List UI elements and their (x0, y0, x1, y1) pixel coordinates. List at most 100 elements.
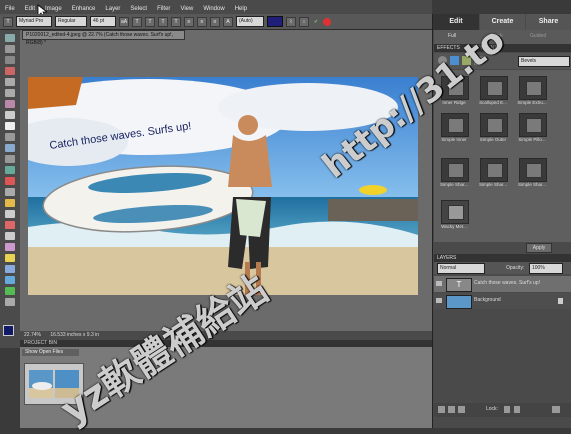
menu-file[interactable]: File (0, 6, 20, 12)
effect-label: Simple Outer (479, 137, 507, 142)
shape-tool-icon[interactable] (5, 265, 15, 273)
eye-icon[interactable] (436, 281, 442, 286)
menu-help[interactable]: Help (230, 6, 252, 12)
text-tool-icon[interactable]: T (3, 16, 13, 27)
lasso-tool-icon[interactable] (5, 89, 15, 97)
font-style-select[interactable]: Regular (55, 16, 87, 27)
move-tool-icon[interactable] (5, 34, 15, 42)
effect-thumbnail[interactable] (441, 113, 469, 137)
layer-row-background[interactable]: Background (434, 293, 571, 309)
eye-icon[interactable] (436, 298, 442, 303)
text-color-swatch[interactable] (267, 16, 283, 27)
effect-thumbnail[interactable] (441, 158, 469, 182)
effect-thumbnail[interactable] (441, 76, 469, 100)
straighten-tool-icon[interactable] (5, 155, 15, 163)
underline-icon[interactable]: T (158, 16, 168, 27)
layer-styles-icon[interactable] (450, 56, 459, 65)
hand-tool-icon[interactable] (5, 56, 15, 64)
effect-thumbnail[interactable] (480, 113, 508, 137)
menu-view[interactable]: View (175, 6, 198, 12)
adjustment-layer-icon[interactable] (448, 406, 455, 413)
align-left-icon[interactable]: ≡ (184, 16, 194, 27)
smart-brush-tool-icon[interactable] (5, 232, 15, 240)
warp-text-icon[interactable]: ⌇ (286, 16, 296, 27)
text-layer-thumbnail: T (446, 278, 472, 292)
delete-layer-icon[interactable] (458, 406, 465, 413)
font-size-select[interactable]: 46 pt (90, 16, 116, 27)
layer-row-text[interactable]: T Catch those waves. Surf's up! (434, 276, 571, 292)
menu-layer[interactable]: Layer (100, 6, 125, 12)
menu-select[interactable]: Select (125, 6, 152, 12)
menu-filter[interactable]: Filter (152, 6, 175, 12)
italic-icon[interactable]: T (145, 16, 155, 27)
type-tool-icon[interactable] (5, 122, 15, 130)
effect-thumbnail[interactable] (519, 76, 547, 100)
cookie-cutter-tool-icon[interactable] (5, 144, 15, 152)
clone-stamp-tool-icon[interactable] (5, 188, 15, 196)
zoom-tool-icon[interactable] (5, 45, 15, 53)
paint-bucket-tool-icon[interactable] (5, 243, 15, 251)
eraser-tool-icon[interactable] (5, 210, 15, 218)
new-layer-icon[interactable] (438, 406, 445, 413)
effect-thumbnail[interactable] (441, 200, 469, 224)
panel-menu-icon[interactable] (552, 406, 560, 413)
gradient-tool-icon[interactable] (5, 254, 15, 262)
effect-thumbnail[interactable] (480, 76, 508, 100)
effect-label: Simple Extru... (517, 100, 547, 105)
project-bin-thumbnail[interactable] (24, 363, 84, 405)
effect-thumbnail[interactable] (480, 158, 508, 182)
effects-category-select[interactable]: Bevels (518, 56, 570, 67)
zoom-value[interactable]: 22.74% (24, 332, 41, 338)
healing-brush-tool-icon[interactable] (5, 177, 15, 185)
effect-thumbnail[interactable] (519, 113, 547, 137)
project-bin-title: PROJECT BIN (24, 340, 57, 346)
apply-button[interactable]: Apply (526, 243, 552, 253)
red-eye-tool-icon[interactable] (5, 166, 15, 174)
eyedropper-tool-icon[interactable] (5, 67, 15, 75)
document-tab[interactable]: P1020012_edited-4.jpeg @ 22.7% (Catch th… (22, 30, 185, 46)
brush-tool-icon[interactable] (5, 221, 15, 229)
crop-tool-icon[interactable] (5, 133, 15, 141)
lock-transparency-icon[interactable] (504, 406, 510, 413)
photo-effects-icon[interactable] (462, 56, 471, 65)
effect-thumbnail[interactable] (519, 158, 547, 182)
quick-selection-tool-icon[interactable] (5, 111, 15, 119)
layer-name[interactable]: Background (474, 297, 501, 303)
filters-icon[interactable] (438, 56, 447, 65)
subtab-full[interactable]: Full (448, 33, 456, 39)
foreground-color-swatch[interactable] (3, 325, 14, 336)
subtab-quick[interactable]: Quick (490, 33, 503, 39)
orientation-icon[interactable]: ↕ (299, 16, 309, 27)
pencil-tool-icon[interactable] (5, 199, 15, 207)
marquee-tool-icon[interactable] (5, 78, 15, 86)
dodge-tool-icon[interactable] (5, 298, 15, 306)
align-center-icon[interactable]: ≡ (197, 16, 207, 27)
cancel-icon[interactable] (323, 17, 331, 26)
opacity-field[interactable]: 100% (529, 263, 563, 274)
content-title[interactable]: CONTENT (473, 45, 497, 51)
tab-share[interactable]: Share (526, 14, 571, 30)
photo-canvas[interactable]: Catch those waves. Surfs up! (28, 77, 418, 295)
leading-icon[interactable]: A (223, 16, 233, 27)
font-family-select[interactable]: Myriad Pro (16, 16, 52, 27)
checkmark-icon[interactable]: ✔ (312, 18, 320, 26)
show-open-files-select[interactable]: Show Open Files (22, 349, 79, 356)
bold-icon[interactable]: T (132, 16, 142, 27)
menu-window[interactable]: Window (198, 6, 229, 12)
lock-all-icon[interactable] (514, 406, 520, 413)
menu-enhance[interactable]: Enhance (67, 6, 101, 12)
effects-title[interactable]: EFFECTS (437, 45, 460, 51)
strikethrough-icon[interactable]: T (171, 16, 181, 27)
blend-mode-select[interactable]: Normal (437, 263, 485, 274)
subtab-guided[interactable]: Guided (530, 33, 546, 39)
sponge-tool-icon[interactable] (5, 287, 15, 295)
anti-alias-button[interactable]: aA (119, 16, 129, 27)
leading-select[interactable]: (Auto) (236, 16, 264, 27)
layer-name[interactable]: Catch those waves. Surf's up! (474, 280, 540, 286)
magic-wand-tool-icon[interactable] (5, 100, 15, 108)
blur-tool-icon[interactable] (5, 276, 15, 284)
all-effects-icon[interactable] (474, 56, 483, 65)
align-right-icon[interactable]: ≡ (210, 16, 220, 27)
tab-create[interactable]: Create (480, 14, 525, 30)
tab-edit[interactable]: Edit (433, 14, 479, 30)
